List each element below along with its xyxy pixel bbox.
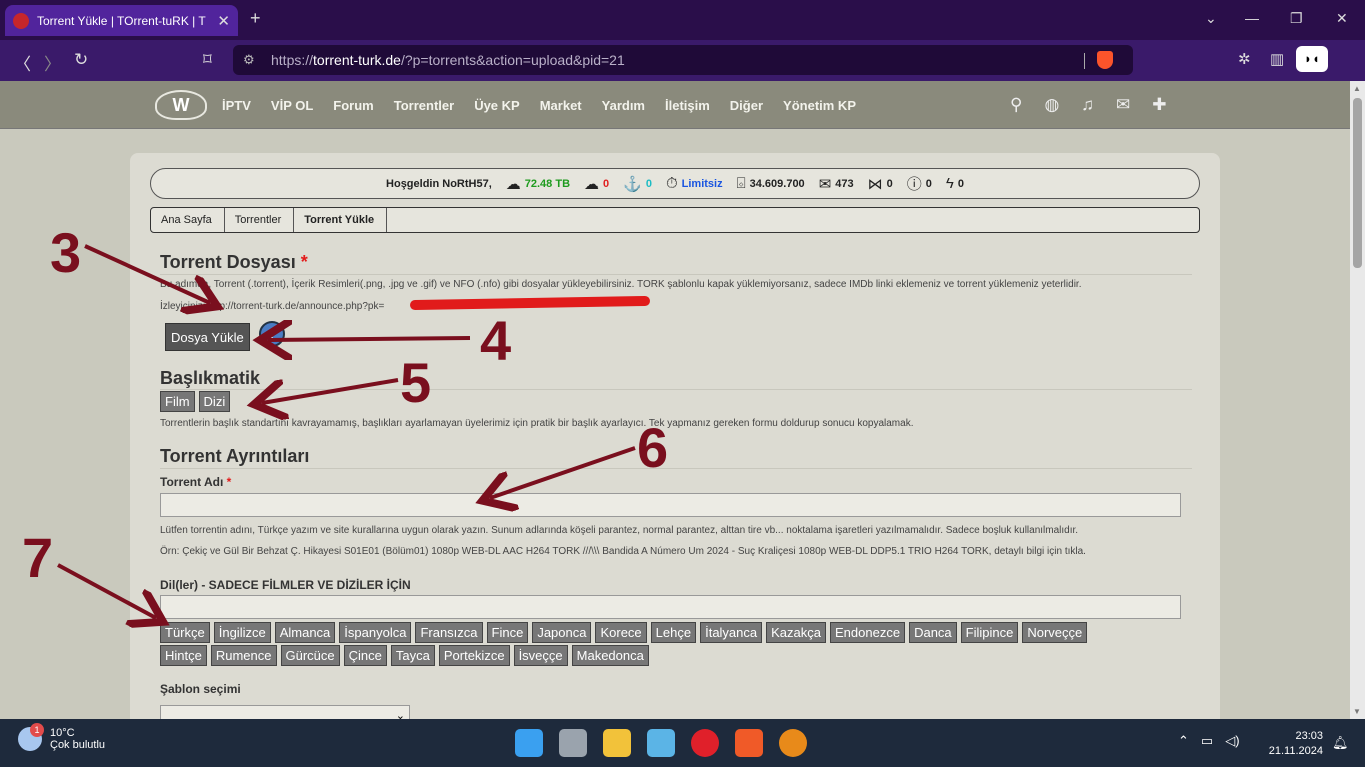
notification-badge: 1 bbox=[30, 723, 44, 737]
arrow-3 bbox=[84, 244, 210, 303]
notifications-icon[interactable]: 🔔︎ bbox=[1332, 735, 1349, 751]
taskbar-apps bbox=[515, 729, 807, 757]
arrow-6 bbox=[490, 446, 636, 498]
task-view-icon[interactable] bbox=[559, 729, 587, 757]
temperature: 10°C bbox=[50, 727, 75, 739]
annotation-arrows bbox=[57, 244, 636, 767]
time: 23:03 bbox=[1295, 730, 1323, 742]
system-tray: ⌃ ▭ ◁) bbox=[1178, 733, 1240, 749]
arrow-7 bbox=[57, 563, 156, 618]
tray-overflow-icon[interactable]: ⌃ bbox=[1178, 733, 1189, 749]
volume-icon[interactable]: ◁) bbox=[1225, 733, 1239, 749]
arrow-5 bbox=[262, 378, 399, 403]
opera-icon[interactable] bbox=[691, 729, 719, 757]
cloud-icon: 1 bbox=[18, 723, 44, 751]
weather-condition: Çok bulutlu bbox=[50, 739, 106, 751]
network-icon[interactable]: ▭ bbox=[1201, 733, 1213, 749]
clock[interactable]: 23:03 21.11.2024 bbox=[1269, 729, 1323, 759]
start-icon[interactable] bbox=[515, 729, 543, 757]
os-taskbar: 1 10°C Çok bulutlu ⌃ ▭ ◁) 23:03 21.11.20… bbox=[0, 719, 1365, 767]
photos-app-icon[interactable] bbox=[647, 729, 675, 757]
firefox-icon[interactable] bbox=[779, 729, 807, 757]
date: 21.11.2024 bbox=[1268, 745, 1323, 757]
weather-widget[interactable]: 1 10°C Çok bulutlu bbox=[18, 723, 106, 751]
brave-browser-icon[interactable] bbox=[735, 729, 763, 757]
arrow-4 bbox=[268, 338, 471, 340]
file-explorer-icon[interactable] bbox=[603, 729, 631, 757]
